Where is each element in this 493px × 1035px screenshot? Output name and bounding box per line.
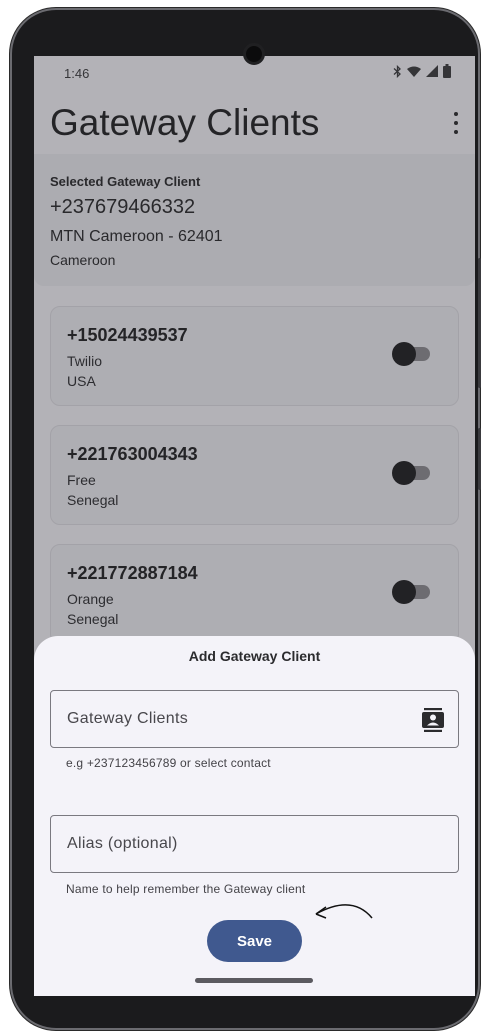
gateway-client-helper: e.g +237123456789 or select contact bbox=[66, 756, 271, 770]
volume-button bbox=[478, 258, 481, 388]
alias-field[interactable] bbox=[50, 815, 459, 873]
contact-book-icon[interactable] bbox=[422, 708, 444, 732]
add-client-sheet: Add Gateway Client e.g +237123456789 or … bbox=[34, 636, 475, 996]
power-button bbox=[478, 428, 481, 490]
gateway-client-input[interactable] bbox=[67, 691, 397, 747]
alias-input[interactable] bbox=[67, 816, 397, 872]
screen: 1:46 Gateway Clients Selected Gateway Cl… bbox=[34, 56, 475, 996]
phone-frame: 1:46 Gateway Clients Selected Gateway Cl… bbox=[10, 8, 481, 1030]
sheet-title: Add Gateway Client bbox=[188, 648, 321, 664]
annotation-arrow-icon bbox=[315, 904, 373, 919]
gateway-client-field[interactable] bbox=[50, 690, 459, 748]
front-camera bbox=[243, 43, 265, 65]
alias-helper: Name to help remember the Gateway client bbox=[66, 882, 306, 896]
navigation-handle[interactable] bbox=[195, 978, 313, 983]
